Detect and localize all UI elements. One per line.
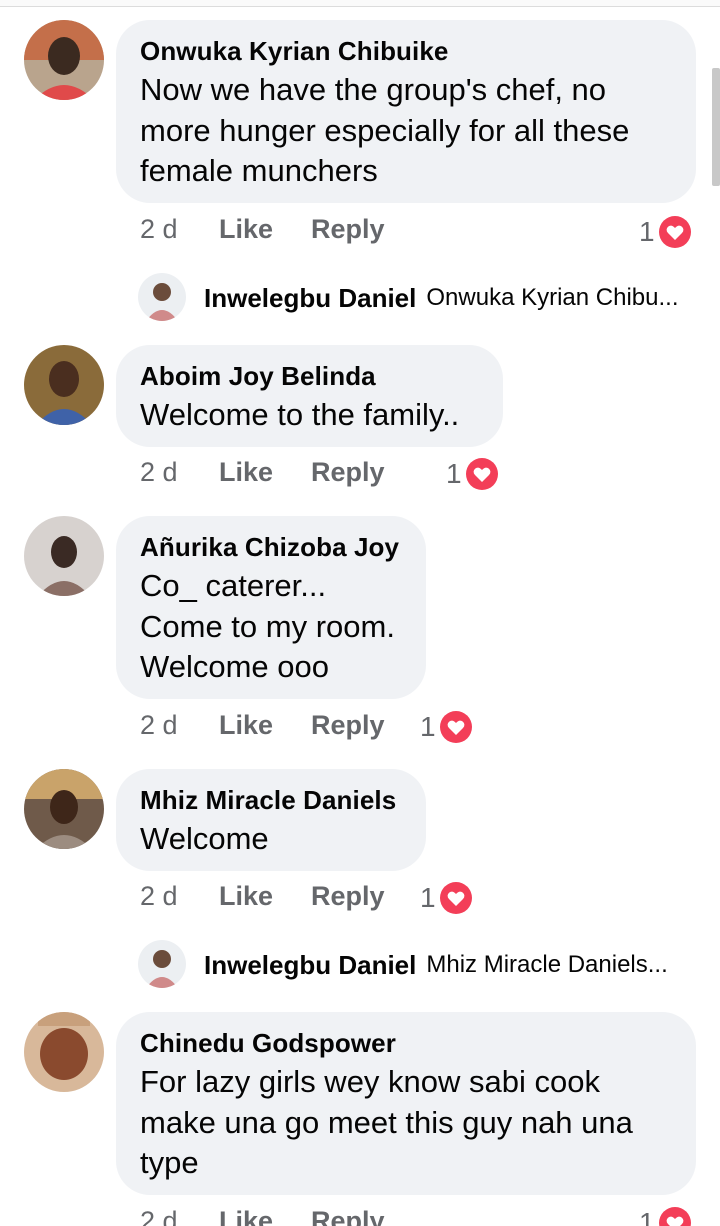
reaction-count-1[interactable]: 1 [639, 215, 691, 249]
comment-actions-2: 2 d Like Reply [140, 457, 440, 491]
like-button[interactable]: Like [219, 214, 273, 245]
comment-bubble-2[interactable]: Aboim Joy Belinda Welcome to the family.… [116, 345, 503, 447]
scrollbar[interactable] [712, 68, 720, 186]
reaction-count-4[interactable]: 1 [420, 881, 472, 915]
reaction-count-3[interactable]: 1 [420, 710, 472, 744]
comment-bubble-1[interactable]: Onwuka Kyrian Chibuike Now we have the g… [116, 20, 696, 203]
comment-text: Co_ caterer... Come to my room. Welcome … [140, 568, 395, 684]
comment-author[interactable]: Onwuka Kyrian Chibuike [140, 36, 672, 66]
comment-actions-5: 2 d Like Reply [140, 1206, 440, 1226]
comment-time: 2 d [140, 881, 178, 911]
top-divider [0, 0, 720, 7]
reply-preview-2[interactable]: Inwelegbu Daniel Mhiz Miracle Daniels... [142, 940, 668, 990]
comment-bubble-3[interactable]: Añurika Chizoba Joy Co_ caterer... Come … [116, 516, 426, 699]
comment-avatar-5[interactable] [24, 1012, 104, 1092]
reply-button[interactable]: Reply [311, 1206, 385, 1226]
reply-button[interactable]: Reply [311, 214, 385, 245]
heart-icon [439, 882, 472, 914]
heart-icon [465, 458, 498, 490]
comment-text: Now we have the group's chef, no more hu… [140, 72, 630, 188]
reaction-count: 1 [420, 882, 436, 913]
comment-time: 2 d [140, 710, 178, 740]
comment-text: For lazy girls wey know sabi cook make u… [140, 1064, 633, 1180]
comment-author[interactable]: Mhiz Miracle Daniels [140, 785, 402, 815]
reaction-count: 1 [420, 711, 436, 742]
reply-button[interactable]: Reply [311, 710, 385, 741]
comment-avatar-4[interactable] [24, 769, 104, 849]
reply-button[interactable]: Reply [311, 457, 385, 488]
comment-avatar-3[interactable] [24, 516, 104, 596]
comment-text: Welcome to the family.. [140, 397, 460, 432]
like-button[interactable]: Like [219, 881, 273, 912]
comment-author[interactable]: Chinedu Godspower [140, 1028, 672, 1058]
comment-bubble-4[interactable]: Mhiz Miracle Daniels Welcome [116, 769, 426, 871]
comment-actions-4: 2 d Like Reply [140, 881, 440, 915]
reaction-count: 1 [639, 1207, 655, 1226]
comment-avatar-2[interactable] [24, 345, 104, 425]
reply-author[interactable]: Inwelegbu Daniel [204, 950, 416, 981]
reply-author[interactable]: Inwelegbu Daniel [204, 283, 416, 314]
like-button[interactable]: Like [219, 1206, 273, 1226]
comment-time: 2 d [140, 457, 178, 487]
like-button[interactable]: Like [219, 710, 273, 741]
like-button[interactable]: Like [219, 457, 273, 488]
reaction-count: 1 [446, 458, 462, 489]
comment-avatar-1[interactable] [24, 20, 104, 100]
heart-icon [439, 711, 472, 743]
comment-time: 2 d [140, 1206, 178, 1226]
reply-preview-text: Mhiz Miracle Daniels... [426, 951, 668, 978]
reaction-count-5[interactable]: 1 [639, 1206, 691, 1226]
comment-time: 2 d [140, 214, 178, 244]
comment-bubble-5[interactable]: Chinedu Godspower For lazy girls wey kno… [116, 1012, 696, 1195]
reaction-count-2[interactable]: 1 [446, 457, 498, 491]
reply-button[interactable]: Reply [311, 881, 385, 912]
reply-preview-text: Onwuka Kyrian Chibu... [426, 284, 679, 311]
comment-text: Welcome [140, 821, 269, 856]
reaction-count: 1 [639, 216, 655, 247]
reply-preview-1[interactable]: Inwelegbu Daniel Onwuka Kyrian Chibu... [142, 273, 679, 323]
comment-author[interactable]: Añurika Chizoba Joy [140, 532, 402, 562]
heart-icon [658, 216, 691, 248]
comment-actions-1: 2 d Like Reply [140, 214, 440, 248]
comment-author[interactable]: Aboim Joy Belinda [140, 361, 479, 391]
heart-icon [658, 1207, 691, 1226]
comment-actions-3: 2 d Like Reply [140, 710, 440, 744]
